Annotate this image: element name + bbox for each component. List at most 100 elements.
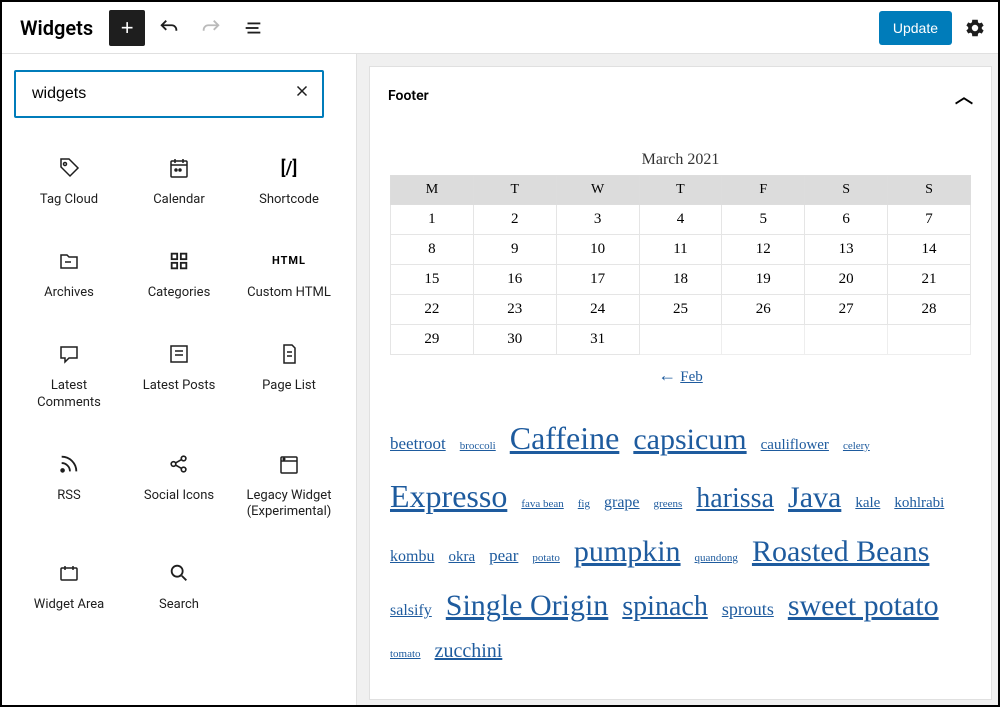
social-icons-icon xyxy=(168,452,190,476)
block-latest-comments[interactable]: Latest Comments xyxy=(14,334,124,420)
tag-link[interactable]: broccoli xyxy=(460,440,496,452)
block-search-input[interactable] xyxy=(14,70,324,118)
block-custom-html[interactable]: HTMLCustom HTML xyxy=(234,241,344,310)
calendar-cell: 17 xyxy=(556,265,639,295)
block-latest-posts[interactable]: Latest Posts xyxy=(124,334,234,420)
gear-icon xyxy=(964,17,986,39)
tag-link[interactable]: okra xyxy=(448,549,475,565)
tag-link[interactable]: potato xyxy=(532,552,560,564)
calendar-cell: 7 xyxy=(888,205,971,235)
calendar-cell: 25 xyxy=(639,295,722,325)
tag-link[interactable]: beetroot xyxy=(390,434,446,453)
undo-button[interactable] xyxy=(151,10,187,46)
redo-button[interactable] xyxy=(193,10,229,46)
block-label: Search xyxy=(159,597,199,614)
calendar-cell xyxy=(722,325,805,355)
block-social-icons[interactable]: Social Icons xyxy=(124,444,234,530)
block-page-list[interactable]: Page List xyxy=(234,334,344,420)
tag-link[interactable]: Java xyxy=(788,481,841,514)
block-rss[interactable]: RSS xyxy=(14,444,124,530)
tag-link[interactable]: fig xyxy=(578,498,590,510)
tag-link[interactable]: spinach xyxy=(622,591,708,622)
add-block-button[interactable]: + xyxy=(109,10,145,46)
calendar-cell: 16 xyxy=(473,265,556,295)
calendar-caption: March 2021 xyxy=(390,145,971,175)
tag-cloud-icon xyxy=(57,156,81,180)
calendar-day-head: S xyxy=(805,176,888,205)
tag-link[interactable]: capsicum xyxy=(633,423,746,456)
settings-button[interactable] xyxy=(960,13,990,43)
block-widget-area[interactable]: Widget Area xyxy=(14,553,124,622)
tag-link[interactable]: salsify xyxy=(390,602,432,619)
tag-link[interactable]: greens xyxy=(654,498,683,510)
archives-icon xyxy=(57,249,81,273)
block-label: Latest Posts xyxy=(143,378,216,395)
calendar-cell: 30 xyxy=(473,325,556,355)
tag-link[interactable]: tomato xyxy=(390,648,421,660)
block-tag-cloud[interactable]: Tag Cloud xyxy=(14,148,124,217)
top-bar-left: Widgets + xyxy=(10,10,271,46)
page-title: Widgets xyxy=(10,16,103,40)
tag-link[interactable]: fava bean xyxy=(521,498,563,510)
calendar-cell: 26 xyxy=(722,295,805,325)
block-label: Categories xyxy=(148,285,211,302)
undo-icon xyxy=(158,17,180,39)
block-categories[interactable]: Categories xyxy=(124,241,234,310)
calendar-cell: 31 xyxy=(556,325,639,355)
tag-link[interactable]: pear xyxy=(489,546,518,565)
calendar-prev-link[interactable]: Feb xyxy=(680,369,703,385)
calendar-prev-arrow-icon[interactable]: ← xyxy=(658,365,676,385)
calendar-cell: 15 xyxy=(391,265,474,295)
tag-link[interactable]: cauliflower xyxy=(761,437,829,453)
calendar-cell xyxy=(639,325,722,355)
calendar-cell: 19 xyxy=(722,265,805,295)
tag-link[interactable]: Expresso xyxy=(390,478,507,514)
clear-search-button[interactable] xyxy=(288,80,316,108)
tag-link[interactable]: grape xyxy=(604,494,640,511)
calendar-cell: 12 xyxy=(722,235,805,265)
calendar-cell: 9 xyxy=(473,235,556,265)
tag-link[interactable]: Single Origin xyxy=(446,589,609,622)
latest-comments-icon xyxy=(57,342,81,366)
calendar-cell: 3 xyxy=(556,205,639,235)
tag-link[interactable]: pumpkin xyxy=(574,535,681,568)
tag-link[interactable]: kale xyxy=(855,495,880,511)
calendar-cell: 1 xyxy=(391,205,474,235)
list-view-button[interactable] xyxy=(235,10,271,46)
block-label: Latest Comments xyxy=(18,378,120,412)
footer-panel-body: March 2021 MTWTFSS 123456789101112131415… xyxy=(370,125,991,699)
shortcode-icon: [/] xyxy=(281,156,298,180)
content-area: Footer ︿ March 2021 MTWTFSS 123456789101… xyxy=(357,54,998,705)
block-label: Social Icons xyxy=(144,488,214,505)
update-button[interactable]: Update xyxy=(879,11,952,45)
calendar-cell: 14 xyxy=(888,235,971,265)
block-legacy-widget[interactable]: Legacy Widget (Experimental) xyxy=(234,444,344,530)
main: Tag CloudCalendar[/]Shortcode Archives Cat… xyxy=(2,54,998,705)
categories-icon xyxy=(168,249,190,273)
tag-cloud-widget: beetroot broccoli Caffeine capsicum caul… xyxy=(390,396,971,669)
block-shortcode[interactable]: [/]Shortcode xyxy=(234,148,344,217)
tag-link[interactable]: sprouts xyxy=(722,599,774,619)
footer-panel-header[interactable]: Footer ︿ xyxy=(370,67,991,125)
tag-link[interactable]: zucchini xyxy=(435,640,503,662)
block-label: Page List xyxy=(262,378,316,395)
tag-link[interactable]: celery xyxy=(843,440,870,452)
footer-panel-title: Footer xyxy=(388,88,429,104)
custom-html-icon: HTML xyxy=(272,249,306,273)
tag-link[interactable]: kohlrabi xyxy=(894,495,944,511)
search-icon xyxy=(168,561,190,585)
tag-link[interactable]: Roasted Beans xyxy=(752,535,929,568)
tag-link[interactable]: Caffeine xyxy=(510,420,620,456)
block-search[interactable]: Search xyxy=(124,553,234,622)
tag-link[interactable]: harissa xyxy=(696,483,774,514)
calendar-cell: 10 xyxy=(556,235,639,265)
block-calendar[interactable]: Calendar xyxy=(124,148,234,217)
calendar-cell xyxy=(805,325,888,355)
tag-link[interactable]: kombu xyxy=(390,548,434,565)
tag-link[interactable]: sweet potato xyxy=(788,589,939,622)
tag-link[interactable]: quandong xyxy=(695,552,738,564)
calendar-nav: ←Feb xyxy=(390,355,971,396)
calendar-cell: 23 xyxy=(473,295,556,325)
calendar-day-head: S xyxy=(888,176,971,205)
block-archives[interactable]: Archives xyxy=(14,241,124,310)
